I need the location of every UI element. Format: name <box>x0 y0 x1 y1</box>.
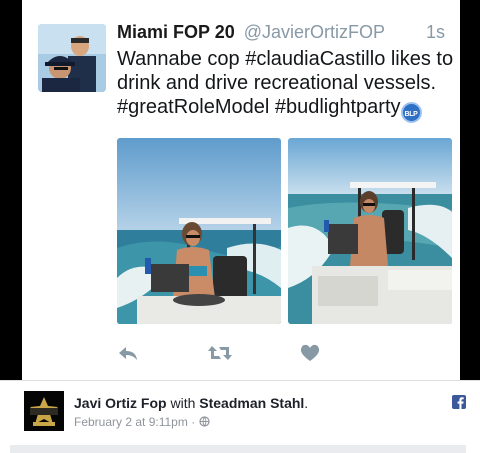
with-word: with <box>170 395 196 411</box>
page-logo-avatar[interactable] <box>24 391 64 431</box>
tweet-actions <box>117 342 453 364</box>
post-meta: February 2 at 9:11pm · <box>74 415 210 429</box>
facebook-post-header: Javi Ortiz Fop with Steadman Stahl. Febr… <box>0 380 480 453</box>
bud-light-party-badge-icon: BLP <box>400 102 422 123</box>
right-black-border <box>460 0 480 380</box>
tweet-header: Miami FOP 20 @JavierOrtizFOP 1s <box>117 22 453 43</box>
tweet-display-name[interactable]: Miami FOP 20 <box>117 22 235 42</box>
boat-photo-1 <box>117 138 281 324</box>
post-divider <box>10 445 466 453</box>
tweet-avatar[interactable] <box>38 24 106 92</box>
post-author-line: Javi Ortiz Fop with Steadman Stahl. <box>74 395 308 411</box>
facebook-icon[interactable] <box>452 395 466 409</box>
heart-icon[interactable] <box>299 342 321 364</box>
tweet-photo-1[interactable] <box>117 138 281 324</box>
left-black-border <box>0 0 22 380</box>
tweet-text: Wannabe cop #claudiaCastillo likes to dr… <box>117 47 457 123</box>
embedded-tweet-screenshot: Miami FOP 20 @JavierOrtizFOP 1s Wannabe … <box>22 0 460 380</box>
retweet-icon[interactable] <box>207 342 233 364</box>
tweet-handle[interactable]: @JavierOrtizFOP <box>244 22 385 42</box>
avatar-photo <box>38 24 106 92</box>
post-author-link[interactable]: Javi Ortiz Fop <box>74 395 167 411</box>
reply-icon[interactable] <box>117 342 139 364</box>
tweet-photo-2[interactable] <box>288 138 452 324</box>
meta-separator: · <box>191 415 196 429</box>
post-date-link[interactable]: February 2 at 9:11pm <box>74 415 188 429</box>
tagged-user-link[interactable]: Steadman Stahl <box>199 395 304 411</box>
police-star-badge-logo <box>24 391 64 431</box>
tweet-timestamp[interactable]: 1s <box>426 22 445 43</box>
globe-icon[interactable] <box>198 416 210 427</box>
post-line-period: . <box>304 395 309 411</box>
boat-photo-2 <box>288 138 452 324</box>
